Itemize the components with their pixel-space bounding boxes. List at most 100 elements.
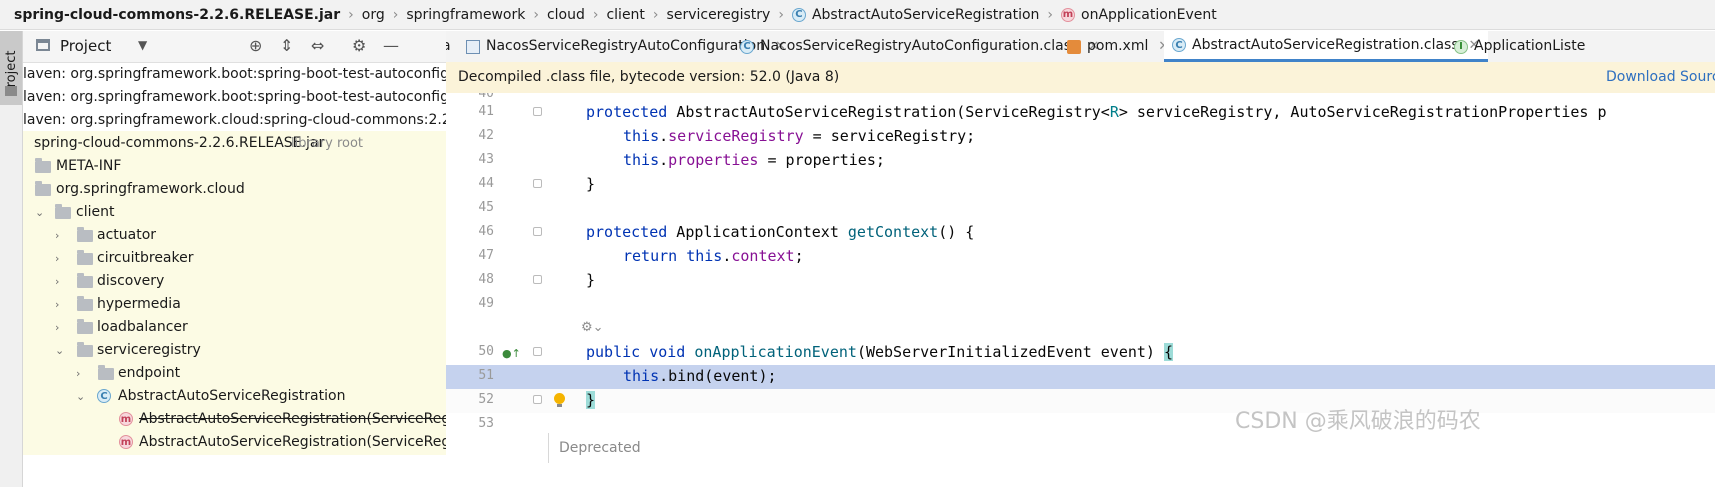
tree-item-maven-lib-1[interactable]: laven: org.springframework.boot:spring-b…	[23, 62, 446, 87]
breadcrumb-separator: ›	[778, 6, 784, 23]
folder-icon	[77, 342, 93, 357]
folder-icon	[77, 227, 93, 242]
breadcrumb-client[interactable]: client	[606, 7, 644, 23]
code-line: 41 protected AbstractAutoServiceRegistra…	[478, 103, 1607, 121]
tree-item-actuator[interactable]: › actuator	[23, 223, 446, 248]
fold-marker[interactable]	[533, 227, 542, 236]
tree-item-maven-lib-2[interactable]: laven: org.springframework.boot:spring-b…	[23, 85, 446, 110]
tree-item-loadbalancer[interactable]: › loadbalancer	[23, 315, 446, 340]
folder-icon	[77, 319, 93, 334]
decompiled-notice-text: Decompiled .class file, bytecode version…	[458, 69, 840, 85]
tab-abstract-auto-service-registration[interactable]: C AbstractAutoServiceRegistration.class …	[1164, 31, 1488, 62]
locate-icon[interactable]: ⊕	[249, 36, 262, 55]
method-icon: m	[119, 435, 133, 449]
fold-marker[interactable]	[533, 179, 542, 188]
breadcrumb-separator: ›	[592, 6, 599, 23]
interface-icon: I	[1454, 39, 1468, 54]
project-view-selector[interactable]: Project	[60, 37, 111, 55]
tab-truncated[interactable]: a	[446, 31, 451, 62]
expand-all-icon[interactable]: ⇕	[280, 36, 293, 55]
editor-tab-bar: a NacosServiceRegistryAutoConfiguration …	[446, 31, 1715, 63]
tree-item-maven-lib-3[interactable]: laven: org.springframework.cloud:spring-…	[23, 108, 446, 133]
folder-icon	[77, 296, 93, 311]
config-class-icon	[466, 39, 480, 54]
project-panel: Project ▼ ⊕ ⇕ ⇔ ⚙ — laven: org.springfra…	[23, 31, 447, 487]
chevron-right-icon[interactable]: ›	[55, 223, 65, 248]
fold-marker[interactable]	[533, 395, 542, 404]
code-line: 44 }	[478, 175, 596, 193]
breadcrumb-separator: ›	[392, 6, 399, 23]
breadcrumb-separator: ›	[1047, 6, 1054, 23]
chevron-down-icon[interactable]: ⌄	[35, 200, 45, 225]
tab-nacos-autoconfig-class[interactable]: C NacosServiceRegistryAutoConfiguration.…	[740, 31, 1099, 62]
tree-item-hypermedia[interactable]: › hypermedia	[23, 292, 446, 317]
chevron-right-icon[interactable]: ›	[55, 315, 65, 340]
tree-item-constructor[interactable]: m AbstractAutoServiceRegistration(Servic…	[23, 407, 446, 432]
code-line: 43 this.properties = properties;	[478, 151, 885, 169]
chevron-right-icon[interactable]: ›	[55, 269, 65, 294]
tab-application-listener[interactable]: I ApplicationListe	[1454, 31, 1585, 62]
tree-item-client[interactable]: ⌄ client	[23, 200, 446, 225]
tree-item-class[interactable]: ⌄ C AbstractAutoServiceRegistration	[23, 384, 446, 409]
folder-icon	[77, 250, 93, 265]
class-icon: C	[97, 389, 111, 403]
tab-nacos-autoconfig[interactable]: NacosServiceRegistryAutoConfiguration ✕	[466, 31, 786, 62]
chevron-down-icon[interactable]: ⌄	[76, 384, 86, 409]
tree-item-discovery[interactable]: › discovery	[23, 269, 446, 294]
breadcrumb-jar[interactable]: spring-cloud-commons-2.2.6.RELEASE.jar	[14, 7, 340, 23]
tree-item-constructor[interactable]: m AbstractAutoServiceRegistration(Servic…	[23, 430, 446, 455]
folder-icon	[98, 365, 114, 380]
folder-icon	[5, 86, 17, 96]
code-line-selected: 51 this.bind(event);	[446, 365, 1715, 389]
chevron-down-icon[interactable]: ⌄	[55, 338, 65, 363]
code-line: 42 this.serviceRegistry = serviceRegistr…	[478, 127, 976, 145]
fold-marker[interactable]	[533, 107, 542, 116]
implements-gutter-icon[interactable]: ●↑	[502, 347, 521, 360]
code-line: 45	[478, 200, 494, 215]
breadcrumb-springframework[interactable]: springframework	[406, 7, 525, 23]
chevron-down-icon[interactable]: ▼	[138, 38, 147, 52]
code-line: 49	[478, 296, 494, 311]
chevron-right-icon[interactable]: ›	[76, 361, 86, 386]
breadcrumb-separator: ›	[533, 6, 539, 23]
code-line: 52 }	[446, 389, 1715, 413]
inlay-hints-icon[interactable]: ⚙⌄	[581, 320, 604, 335]
fold-marker[interactable]	[533, 347, 542, 356]
tree-item-package[interactable]: org.springframework.cloud	[23, 177, 446, 202]
breadcrumb-class[interactable]: C AbstractAutoServiceRegistration	[791, 7, 1039, 23]
code-line: 48 }	[478, 271, 596, 289]
collapse-all-icon[interactable]: ⇔	[311, 36, 324, 55]
breadcrumb-method[interactable]: m onApplicationEvent	[1061, 7, 1217, 23]
breadcrumb-org[interactable]: org	[362, 7, 385, 23]
folder-icon	[35, 181, 51, 196]
class-icon: C	[791, 7, 806, 22]
method-icon: m	[1061, 7, 1076, 22]
breadcrumb-separator: ›	[348, 6, 354, 23]
watermark: CSDN @乘风破浪的码农	[1235, 409, 1481, 434]
tree-item-circuitbreaker[interactable]: › circuitbreaker	[23, 246, 446, 271]
code-line: 50 ●↑ public void onApplicationEvent(Web…	[478, 343, 1174, 361]
tab-pom-xml[interactable]: pom.xml ✕	[1067, 31, 1169, 62]
tree-item-serviceregistry[interactable]: ⌄ serviceregistry	[23, 338, 446, 363]
class-icon: C	[740, 39, 754, 54]
code-line: 46 protected ApplicationContext getConte…	[478, 223, 975, 241]
chevron-right-icon[interactable]: ›	[55, 246, 65, 271]
breadcrumb-serviceregistry[interactable]: serviceregistry	[667, 7, 771, 23]
fold-marker[interactable]	[533, 275, 542, 284]
method-icon: m	[119, 412, 133, 426]
maven-icon	[1067, 39, 1081, 54]
decompiled-notice-bar: Decompiled .class file, bytecode version…	[446, 62, 1715, 94]
project-panel-header: Project ▼ ⊕ ⇕ ⇔ ⚙ —	[23, 31, 446, 63]
code-editor[interactable]: 40 41 protected AbstractAutoServiceRegis…	[446, 93, 1715, 487]
tree-item-meta-inf[interactable]: META-INF	[23, 154, 446, 179]
hide-icon[interactable]: —	[383, 36, 399, 55]
breadcrumb-cloud[interactable]: cloud	[547, 7, 585, 23]
breadcrumb: spring-cloud-commons-2.2.6.RELEASE.jar ›…	[0, 0, 1715, 30]
chevron-right-icon[interactable]: ›	[55, 292, 65, 317]
tree-item-endpoint[interactable]: › endpoint	[23, 361, 446, 386]
lightbulb-icon[interactable]	[554, 393, 565, 407]
gear-icon[interactable]: ⚙	[352, 36, 366, 55]
tree-item-jar-root[interactable]: spring-cloud-commons-2.2.6.RELEASE.jar l…	[23, 131, 446, 156]
folder-icon	[77, 273, 93, 288]
download-sources-link[interactable]: Download Sources	[1606, 69, 1715, 85]
